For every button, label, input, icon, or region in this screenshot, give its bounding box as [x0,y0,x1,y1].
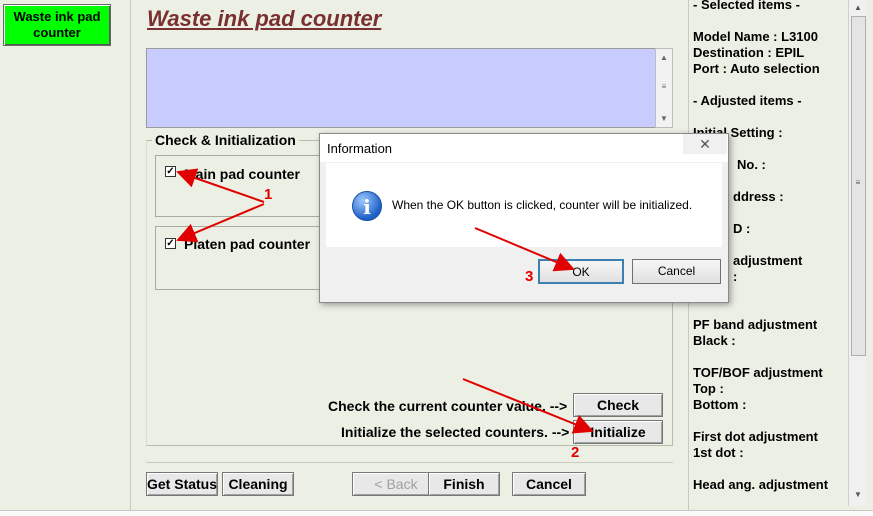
info-line: TOF/BOF adjustment [693,365,823,380]
close-icon[interactable]: ✕ [683,134,727,154]
dialog-title: Information [327,141,393,156]
main-pad-box [155,155,335,217]
info-line: 1st dot : [693,445,744,460]
info-line: Black : [693,333,736,348]
info-line: Model Name : L3100 [693,29,818,44]
scroll-down-icon[interactable]: ▼ [656,114,672,123]
main-pad-label[interactable]: Main pad counter [184,166,300,182]
log-textarea[interactable] [146,48,673,128]
dialog-cancel-button[interactable]: Cancel [632,259,721,284]
info-line: No. : [737,157,766,172]
waste-ink-pad-counter-button[interactable]: Waste ink pad counter [3,4,111,46]
info-line: - Adjusted items - [693,93,802,108]
main-pad-checkbox[interactable]: ✓ [165,166,176,177]
info-scrollbar[interactable]: ▲ ≡ ▼ [848,0,866,506]
finish-button[interactable]: Finish [428,472,500,496]
platen-pad-label[interactable]: Platen pad counter [184,236,310,252]
group-label: Check & Initialization [152,132,299,148]
divider [146,462,673,463]
ok-button[interactable]: OK [538,259,624,284]
check-button[interactable]: Check [573,393,663,417]
info-icon: i [352,191,382,221]
info-line: Port : Auto selection [693,61,820,76]
info-line: Destination : EPIL [693,45,805,60]
initialize-instruction-text: Initialize the selected counters. --> [341,424,570,440]
info-line: Head ang. adjustment [693,477,829,492]
platen-pad-checkbox[interactable]: ✓ [165,238,176,249]
info-line: Top : [693,381,724,396]
dialog-message: When the OK button is clicked, counter w… [392,198,693,212]
info-line: adjustment [733,253,803,268]
scroll-up-icon[interactable]: ▲ [656,53,672,62]
initialize-button[interactable]: Initialize [573,420,663,444]
info-line: Bottom : [693,397,747,412]
back-button: < Back [352,472,440,496]
annotation-number-3: 3 [525,268,534,285]
log-scrollbar[interactable]: ▲ ≡ ▼ [655,48,673,128]
page-title: Waste ink pad counter [147,6,382,31]
info-line: D : [733,221,751,236]
scroll-up-icon[interactable]: ▲ [849,3,867,12]
cancel-button[interactable]: Cancel [512,472,586,496]
info-line: ddress : [733,189,784,204]
left-panel [0,0,131,516]
check-instruction-text: Check the current counter value. --> [328,398,568,414]
get-status-button[interactable]: Get Status [146,472,218,496]
info-line: First dot adjustment [693,429,818,444]
status-strip [0,510,873,516]
scroll-grip-icon: ≡ [855,178,861,187]
cleaning-button[interactable]: Cleaning [222,472,294,496]
annotation-number-2: 2 [571,444,580,461]
info-line: PF band adjustment [693,317,818,332]
info-line: - Selected items - [693,0,800,12]
scroll-grip-icon: ≡ [661,82,667,91]
scroll-down-icon[interactable]: ▼ [849,490,867,499]
info-line: : [733,269,738,284]
annotation-number-1: 1 [264,186,273,203]
